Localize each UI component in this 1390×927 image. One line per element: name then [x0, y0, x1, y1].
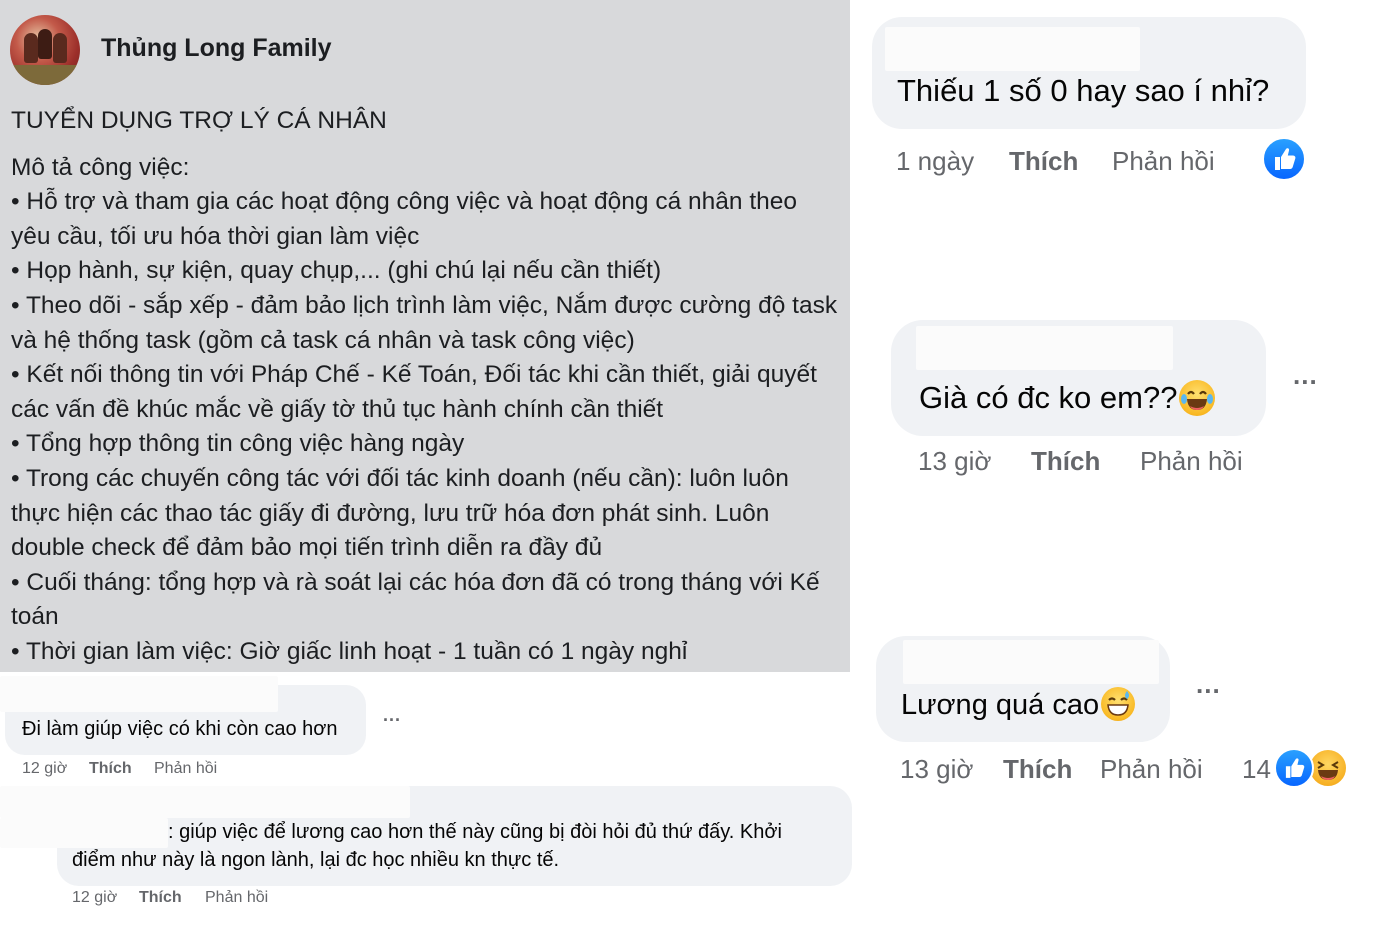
like-icon[interactable] — [1274, 748, 1314, 788]
reply-button[interactable]: Phản hồi — [1100, 754, 1203, 785]
bullet-item: • Cuối tháng: tổng hợp và rà soát lại cá… — [11, 568, 820, 631]
comment-time[interactable]: 1 ngày — [896, 146, 974, 177]
description-heading: Mô tả công việc: — [11, 153, 190, 181]
haha-icon[interactable] — [1308, 748, 1348, 788]
reply-button[interactable]: Phản hồi — [205, 889, 268, 907]
more-options-button[interactable]: ... — [1293, 360, 1318, 391]
more-options-button[interactable]: ... — [1196, 669, 1221, 700]
post-body: TUYỂN DỤNG TRỢ LÝ CÁ NHÂN Mô tả công việ… — [11, 104, 841, 670]
more-options-button[interactable]: ... — [383, 705, 401, 726]
redacted-author-name — [885, 27, 1140, 71]
redacted-author-name — [0, 786, 410, 818]
laughing-tears-emoji — [1179, 379, 1216, 416]
comment-text-line2: điểm như này là ngon lành, lại đc học nh… — [72, 849, 560, 871]
page-name[interactable]: Thủng Long Family — [101, 34, 332, 63]
bullet-item: • Kết nối thông tin với Pháp Chế - Kế To… — [11, 361, 817, 423]
like-button[interactable]: Thích — [1009, 146, 1078, 177]
comment-text: Già có đc ko em?? — [919, 379, 1216, 418]
bullet-item: • Tổng hợp thông tin công việc hàng ngày — [11, 430, 465, 458]
reaction-count[interactable]: 14 — [1242, 754, 1271, 785]
bullet-item: • Họp hành, sự kiện, quay chụp,... (ghi … — [11, 257, 662, 285]
like-button[interactable]: Thích — [1031, 446, 1100, 477]
like-button[interactable]: Thích — [139, 889, 182, 907]
comment-time[interactable]: 13 giờ — [900, 754, 973, 785]
comment-text: Lương quá cao — [901, 687, 1136, 723]
bullet-item: • Thời gian làm việc: Giờ giấc linh hoạt… — [11, 637, 688, 665]
sweat-smile-emoji — [1101, 687, 1136, 722]
like-button[interactable]: Thích — [1003, 754, 1072, 785]
comment-time[interactable]: 12 giờ — [72, 889, 117, 907]
post-card: Thủng Long Family TUYỂN DỤNG TRỢ LÝ CÁ N… — [0, 0, 850, 672]
bullet-item: • Theo dõi - sắp xếp - đảm bảo lịch trìn… — [11, 291, 838, 354]
bullet-item: • Trong các chuyến công tác với đối tác … — [11, 464, 789, 562]
comment-text: Đi làm giúp việc có khi còn cao hơn — [22, 718, 338, 740]
redacted-author-name — [0, 676, 278, 712]
bullet-item: • Hỗ trợ và tham gia các hoạt động công … — [11, 188, 798, 250]
like-button[interactable]: Thích — [89, 760, 132, 778]
page-avatar[interactable] — [10, 15, 80, 85]
reply-button[interactable]: Phản hồi — [154, 760, 217, 778]
comment-text: Thiếu 1 số 0 hay sao í nhỉ? — [897, 73, 1270, 108]
comment-time[interactable]: 13 giờ — [918, 446, 991, 477]
comment-text: : giúp việc để lương cao hơn thế này cũn… — [168, 821, 782, 843]
redacted-author-name — [916, 326, 1173, 370]
like-icon[interactable] — [1262, 137, 1306, 181]
reply-button[interactable]: Phản hồi — [1112, 146, 1215, 177]
post-title: TUYỂN DỤNG TRỢ LÝ CÁ NHÂN — [11, 107, 387, 134]
reply-button[interactable]: Phản hồi — [1140, 446, 1243, 477]
redacted-author-name — [903, 640, 1159, 684]
redacted-author-name — [0, 818, 168, 848]
comment-time[interactable]: 12 giờ — [22, 760, 67, 778]
